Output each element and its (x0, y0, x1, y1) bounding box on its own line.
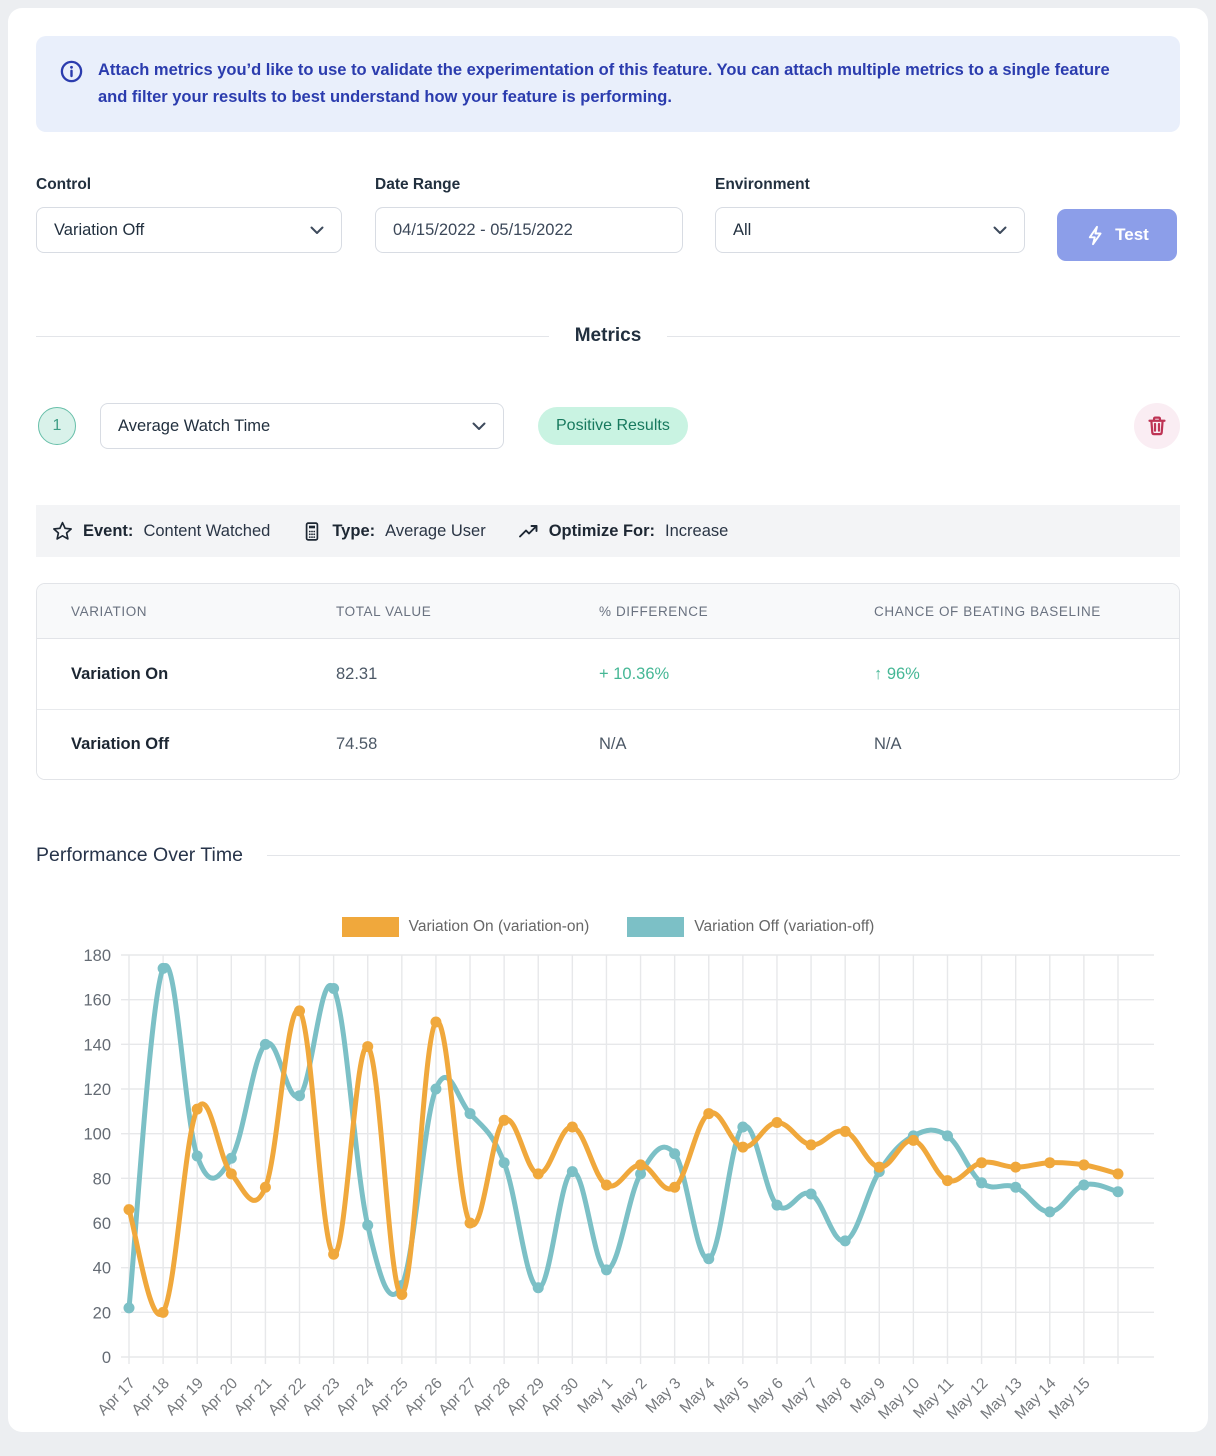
metric-summary-bar: Event: Content Watched Type: Average Use… (36, 505, 1180, 557)
svg-text:Apr 26: Apr 26 (401, 1375, 445, 1419)
banner-message: Attach metrics you’d like to use to vali… (98, 57, 1128, 111)
svg-text:May 7: May 7 (779, 1375, 821, 1417)
svg-text:0: 0 (102, 1349, 111, 1367)
col-difference: % DIFFERENCE (599, 604, 874, 619)
calculator-icon (302, 521, 322, 542)
metrics-divider: Metrics (36, 325, 1180, 347)
type-detail: Type: Average User (302, 521, 485, 542)
legend-swatch-variation-off (627, 917, 684, 937)
optimize-detail: Optimize For: Increase (518, 522, 729, 541)
trash-icon (1146, 415, 1168, 437)
metric-row: 1 Average Watch Time Positive Results (36, 403, 1180, 449)
svg-text:Apr 29: Apr 29 (504, 1375, 548, 1419)
svg-text:Apr 27: Apr 27 (436, 1375, 480, 1419)
table-row: Variation On 82.31 + 10.36% ↑ 96% (37, 639, 1179, 709)
delete-metric-button[interactable] (1134, 403, 1180, 449)
svg-text:May 5: May 5 (711, 1375, 753, 1417)
metric-select-value: Average Watch Time (118, 417, 270, 436)
svg-text:Apr 24: Apr 24 (333, 1375, 378, 1420)
svg-text:Apr 30: Apr 30 (538, 1375, 583, 1420)
event-detail: Event: Content Watched (52, 521, 270, 542)
star-icon (52, 521, 73, 542)
table-row: Variation Off 74.58 N/A N/A (37, 709, 1179, 779)
metric-select[interactable]: Average Watch Time (100, 403, 504, 449)
environment-select[interactable]: All (715, 207, 1025, 253)
control-label: Control (36, 176, 342, 194)
svg-text:May 2: May 2 (609, 1375, 651, 1417)
chevron-down-icon (310, 226, 324, 235)
svg-text:May 6: May 6 (745, 1375, 787, 1417)
svg-text:80: 80 (93, 1170, 111, 1188)
date-range-input[interactable] (375, 207, 683, 253)
environment-select-value: All (733, 221, 751, 240)
svg-text:Apr 28: Apr 28 (470, 1375, 514, 1419)
svg-text:May 1: May 1 (574, 1375, 616, 1417)
svg-text:May 3: May 3 (643, 1375, 685, 1417)
test-button-label: Test (1115, 225, 1149, 245)
status-badge: Positive Results (538, 407, 688, 445)
info-icon (60, 60, 83, 83)
svg-text:60: 60 (93, 1215, 111, 1233)
chevron-down-icon (993, 226, 1007, 235)
svg-text:180: 180 (83, 947, 111, 965)
performance-title: Performance Over Time (36, 844, 243, 867)
svg-text:140: 140 (83, 1036, 111, 1054)
metrics-section-title: Metrics (575, 325, 642, 347)
svg-text:120: 120 (83, 1081, 111, 1099)
svg-text:May 4: May 4 (677, 1375, 719, 1417)
legend-item-variation-off[interactable]: Variation Off (variation-off) (627, 917, 874, 937)
svg-text:Apr 17: Apr 17 (95, 1375, 139, 1419)
control-select-value: Variation Off (54, 221, 144, 240)
chart-legend: Variation On (variation-on) Variation Of… (36, 917, 1180, 937)
col-total-value: TOTAL VALUE (336, 604, 599, 619)
filters-row: Control Variation Off Date Range Environ… (36, 176, 1180, 261)
svg-text:Apr 18: Apr 18 (129, 1375, 173, 1419)
svg-text:May 8: May 8 (813, 1375, 855, 1417)
test-button[interactable]: Test (1057, 209, 1177, 261)
col-variation: VARIATION (71, 604, 336, 619)
metric-index-badge: 1 (38, 407, 76, 445)
environment-label: Environment (715, 176, 1025, 194)
svg-text:100: 100 (83, 1126, 111, 1144)
lightning-icon (1085, 225, 1105, 246)
svg-text:Apr 21: Apr 21 (231, 1375, 275, 1419)
svg-text:20: 20 (93, 1304, 111, 1322)
info-banner: Attach metrics you’d like to use to vali… (36, 36, 1180, 132)
date-range-label: Date Range (375, 176, 683, 194)
svg-text:Apr 20: Apr 20 (197, 1375, 242, 1420)
svg-text:Apr 25: Apr 25 (367, 1375, 411, 1419)
results-table: VARIATION TOTAL VALUE % DIFFERENCE CHANC… (36, 583, 1180, 780)
control-select[interactable]: Variation Off (36, 207, 342, 253)
chevron-down-icon (472, 422, 486, 431)
trend-up-icon (518, 522, 539, 541)
legend-swatch-variation-on (342, 917, 399, 937)
svg-text:40: 40 (93, 1260, 111, 1278)
col-chance: CHANCE OF BEATING BASELINE (874, 604, 1179, 619)
performance-section-header: Performance Over Time (36, 844, 1180, 867)
table-header-row: VARIATION TOTAL VALUE % DIFFERENCE CHANC… (37, 584, 1179, 639)
svg-text:Apr 22: Apr 22 (265, 1375, 309, 1419)
svg-text:Apr 19: Apr 19 (163, 1375, 207, 1419)
feature-metrics-panel: Attach metrics you’d like to use to vali… (8, 8, 1208, 1432)
performance-chart: 020406080100120140160180Apr 17Apr 18Apr … (36, 945, 1180, 1432)
svg-text:160: 160 (83, 992, 111, 1010)
svg-text:Apr 23: Apr 23 (299, 1375, 343, 1419)
legend-item-variation-on[interactable]: Variation On (variation-on) (342, 917, 590, 937)
